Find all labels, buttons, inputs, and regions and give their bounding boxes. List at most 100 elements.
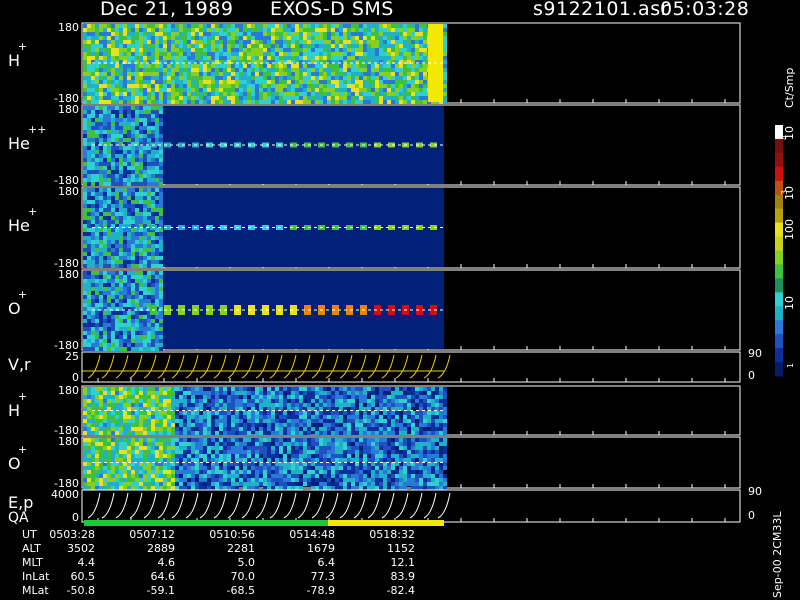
heatmap-cell <box>171 403 175 407</box>
heatmap-cell <box>271 474 275 478</box>
heatmap-cell <box>391 431 395 435</box>
heatmap-cell <box>195 84 199 88</box>
heatmap-cell <box>91 80 95 84</box>
heatmap-cell <box>183 100 187 104</box>
heatmap-cell <box>175 427 179 431</box>
heatmap-cell <box>127 343 131 347</box>
heatmap-cell <box>147 339 151 343</box>
heatmap-cell <box>407 415 411 419</box>
heatmap-cell <box>399 80 403 84</box>
heatmap-cell <box>207 56 211 60</box>
heatmap-cell <box>151 323 155 327</box>
heatmap-cell <box>83 343 87 347</box>
heatmap-cell <box>331 84 335 88</box>
heatmap-cell <box>315 403 319 407</box>
heatmap-cell <box>195 64 199 68</box>
heatmap-cell <box>119 279 123 283</box>
heatmap-cell <box>183 36 187 40</box>
heatmap-cell <box>91 212 95 216</box>
heatmap-cell <box>163 423 167 427</box>
heatmap-cell <box>339 64 343 68</box>
heatmap-cell <box>139 442 143 446</box>
heatmap-cell <box>379 68 383 72</box>
heatmap-cell <box>179 454 183 458</box>
heatmap-cell <box>111 331 115 335</box>
heatmap-cell <box>151 36 155 40</box>
heatmap-cell <box>95 446 99 450</box>
heatmap-cell <box>87 419 91 423</box>
heatmap-cell <box>159 208 163 212</box>
heatmap-cell <box>339 88 343 92</box>
heatmap-cell <box>243 387 247 391</box>
heatmap-cell <box>227 446 231 450</box>
heatmap-cell <box>155 446 159 450</box>
heatmap-cell <box>139 232 143 236</box>
heatmap-cell <box>407 52 411 56</box>
heatmap-cell <box>335 395 339 399</box>
heatmap-cell <box>271 411 275 415</box>
heatmap-cell <box>195 387 199 391</box>
heatmap-cell <box>379 96 383 100</box>
heatmap-cell <box>119 208 123 212</box>
heatmap-cell <box>99 478 103 482</box>
heatmap-cell <box>119 427 123 431</box>
heatmap-cell <box>123 454 127 458</box>
heatmap-cell <box>315 36 319 40</box>
heatmap-cell <box>83 118 87 122</box>
heatmap-cell <box>87 395 91 399</box>
heatmap-cell <box>183 92 187 96</box>
heatmap-cell <box>115 391 119 395</box>
heatmap-cell <box>99 100 103 104</box>
heatmap-cell <box>119 188 123 192</box>
heatmap-cell <box>115 387 119 391</box>
heatmap-cell <box>251 470 255 474</box>
heatmap-cell <box>279 411 283 415</box>
heatmap-cell <box>211 56 215 60</box>
heatmap-cell <box>211 427 215 431</box>
heatmap-cell <box>375 64 379 68</box>
heatmap-cell <box>415 423 419 427</box>
heatmap-cell <box>235 446 239 450</box>
heatmap-cell <box>155 419 159 423</box>
heatmap-cell <box>87 188 91 192</box>
heatmap-cell <box>279 391 283 395</box>
heatmap-cell <box>371 68 375 72</box>
heatmap-cell <box>115 395 119 399</box>
heatmap-cell <box>147 283 151 287</box>
heatmap-cell <box>195 32 199 36</box>
heatmap-cell <box>211 100 215 104</box>
heatmap-cell <box>179 84 183 88</box>
heatmap-cell <box>239 438 243 442</box>
heatmap-cell <box>419 387 423 391</box>
heatmap-cell <box>319 36 323 40</box>
heatmap-cell <box>235 68 239 72</box>
heatmap-cell <box>187 450 191 454</box>
heatmap-cell <box>307 32 311 36</box>
heatmap-cell <box>111 339 115 343</box>
heatmap-cell <box>195 427 199 431</box>
heatmap-cell <box>143 212 147 216</box>
heatmap-cell <box>155 162 159 166</box>
heatmap-cell <box>115 96 119 100</box>
heatmap-cell <box>443 399 447 403</box>
heatmap-cell <box>211 52 215 56</box>
heatmap-cell <box>99 166 103 170</box>
heatmap-cell <box>95 146 99 150</box>
right-tick-label: 0 <box>748 369 755 382</box>
heatmap-cell <box>119 76 123 80</box>
heatmap-cell <box>355 395 359 399</box>
heatmap-cell <box>207 76 211 80</box>
heatmap-cell <box>199 458 203 462</box>
heatmap-cell <box>135 458 139 462</box>
heatmap-cell <box>351 24 355 28</box>
heatmap-cell <box>83 170 87 174</box>
heatmap-cell <box>99 162 103 166</box>
heatmap-cell <box>99 315 103 319</box>
heatmap-cell <box>295 48 299 52</box>
heatmap-cell <box>143 295 147 299</box>
heatmap-cell <box>87 212 91 216</box>
heatmap-cell <box>379 32 383 36</box>
heatmap-cell <box>99 52 103 56</box>
heatmap-cell <box>347 96 351 100</box>
heatmap-cell <box>159 470 163 474</box>
